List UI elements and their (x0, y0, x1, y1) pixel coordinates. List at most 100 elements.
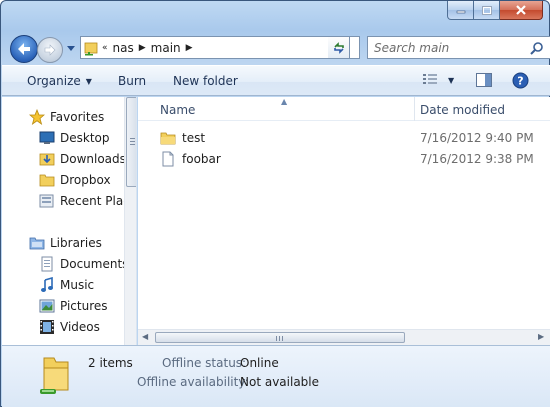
sort-ascending-icon: ▲ (281, 97, 288, 106)
file-name: foobar (182, 152, 221, 166)
preview-pane-icon (476, 73, 492, 87)
horizontal-scrollbar[interactable]: ◀ ▶ (138, 329, 550, 345)
sidebar-item-libraries[interactable]: Libraries (29, 235, 102, 251)
column-header-row: ▲ Name Date modified (138, 97, 550, 121)
breadcrumb-separator-icon[interactable]: ▶ (137, 43, 148, 53)
svg-text:?: ? (517, 75, 523, 88)
videos-label: Videos (60, 320, 100, 334)
column-header-name[interactable]: Name (160, 103, 195, 117)
new-folder-label: New folder (173, 74, 238, 88)
sidebar-item-pictures[interactable]: Pictures (39, 298, 108, 314)
organize-button[interactable]: Organize ▼ (27, 74, 92, 88)
burn-label: Burn (118, 74, 147, 88)
forward-button[interactable] (37, 37, 63, 63)
chevron-down-icon: ▼ (85, 76, 92, 86)
scrollbar-thumb[interactable] (155, 332, 405, 343)
music-label: Music (60, 278, 95, 292)
file-icon (160, 151, 176, 167)
refresh-button[interactable] (328, 36, 350, 59)
music-icon (39, 277, 55, 293)
scroll-right-icon[interactable]: ▶ (538, 332, 544, 341)
pictures-icon (39, 298, 55, 314)
search-icon[interactable] (530, 41, 544, 58)
folder-icon (160, 130, 176, 146)
libraries-label: Libraries (50, 236, 102, 250)
burn-button[interactable]: Burn (118, 74, 146, 88)
breadcrumb-separator-icon[interactable]: ▶ (184, 43, 195, 53)
recent-pages-button[interactable] (66, 43, 76, 53)
sidebar-item-dropbox[interactable]: Dropbox (39, 172, 111, 188)
breadcrumb-main[interactable]: main (148, 41, 184, 55)
offline-availability-value: Not available (240, 375, 320, 389)
pictures-label: Pictures (60, 299, 108, 313)
caption-buttons (447, 1, 543, 21)
organize-label: Organize (27, 74, 81, 88)
sidebar-item-documents[interactable]: Documents (39, 256, 128, 272)
table-row[interactable]: foobar 7/16/2012 9:38 PM (138, 149, 550, 170)
scroll-left-icon[interactable]: ◀ (142, 332, 148, 341)
star-icon (29, 109, 45, 125)
dropbox-label: Dropbox (60, 173, 111, 187)
maximize-icon (481, 5, 492, 15)
column-divider[interactable] (414, 97, 415, 121)
new-folder-button[interactable]: New folder (173, 74, 238, 88)
column-header-date-modified[interactable]: Date modified (420, 103, 505, 117)
file-list-pane: ▲ Name Date modified test 7/16/2012 9:40… (138, 97, 550, 345)
minimize-icon (456, 10, 465, 14)
scrollbar-thumb[interactable] (126, 97, 136, 187)
file-date-modified: 7/16/2012 9:38 PM (420, 152, 534, 166)
details-view-icon (423, 74, 437, 84)
sidebar-item-music[interactable]: Music (39, 277, 94, 293)
change-view-button[interactable]: ▼ (422, 73, 454, 87)
sidebar-item-videos[interactable]: Videos (39, 319, 100, 335)
network-folder-icon (84, 40, 100, 56)
file-date-modified: 7/16/2012 9:40 PM (420, 131, 534, 145)
folder-icon (39, 172, 55, 188)
offline-status-label: Offline status: (162, 356, 247, 370)
navigation-pane: Favorites Desktop Downloads Dropbox Rece… (2, 97, 137, 345)
offline-status-value: Online (240, 356, 279, 370)
explorer-window: « nas ▶ main ▶ Search main Organize ▼ Bu… (0, 0, 550, 407)
breadcrumb-nas[interactable]: nas (110, 41, 137, 55)
recent-places-icon (39, 193, 55, 209)
maximize-button[interactable] (474, 1, 500, 20)
documents-label: Documents (60, 257, 129, 271)
item-count: 2 items (88, 356, 133, 370)
sidebar-item-downloads[interactable]: Downloads (39, 151, 126, 167)
desktop-label: Desktop (60, 131, 110, 145)
downloads-folder-icon (39, 151, 55, 167)
close-icon (516, 5, 526, 15)
videos-icon (39, 319, 55, 335)
address-overflow[interactable]: « (100, 43, 110, 53)
offline-availability-label: Offline availability: (137, 375, 249, 389)
search-input[interactable]: Search main (374, 41, 449, 55)
favorites-label: Favorites (50, 110, 105, 124)
navigation-row: « nas ▶ main ▶ Search main (10, 32, 550, 63)
back-arrow-icon (18, 43, 30, 55)
search-box[interactable]: Search main (367, 36, 550, 59)
back-button[interactable] (10, 35, 38, 63)
file-name: test (182, 131, 206, 145)
downloads-label: Downloads (60, 152, 126, 166)
sidebar-item-recent-places[interactable]: Recent Places (39, 193, 136, 209)
details-pane: 2 items Offline status: Online Offline a… (2, 345, 550, 407)
documents-icon (39, 256, 55, 272)
libraries-icon (29, 235, 45, 251)
desktop-icon (39, 130, 55, 146)
chevron-down-icon: ▼ (448, 75, 455, 85)
preview-pane-button[interactable] (476, 73, 492, 87)
sidebar-item-favorites[interactable]: Favorites (29, 109, 104, 125)
sidebar-item-desktop[interactable]: Desktop (39, 130, 110, 146)
table-row[interactable]: test 7/16/2012 9:40 PM (138, 128, 550, 149)
minimize-button[interactable] (447, 1, 474, 20)
close-button[interactable] (500, 1, 543, 20)
chevron-down-icon (67, 45, 75, 51)
command-bar: Organize ▼ Burn New folder ▼ ? (2, 65, 550, 96)
refresh-icon (333, 41, 344, 54)
navigation-pane-scrollbar[interactable] (124, 97, 136, 345)
forward-arrow-icon (44, 44, 56, 56)
help-icon: ? (512, 72, 529, 89)
offline-folder-icon (38, 352, 74, 398)
address-bar[interactable]: « nas ▶ main ▶ (80, 36, 360, 59)
help-button[interactable]: ? (512, 72, 529, 89)
